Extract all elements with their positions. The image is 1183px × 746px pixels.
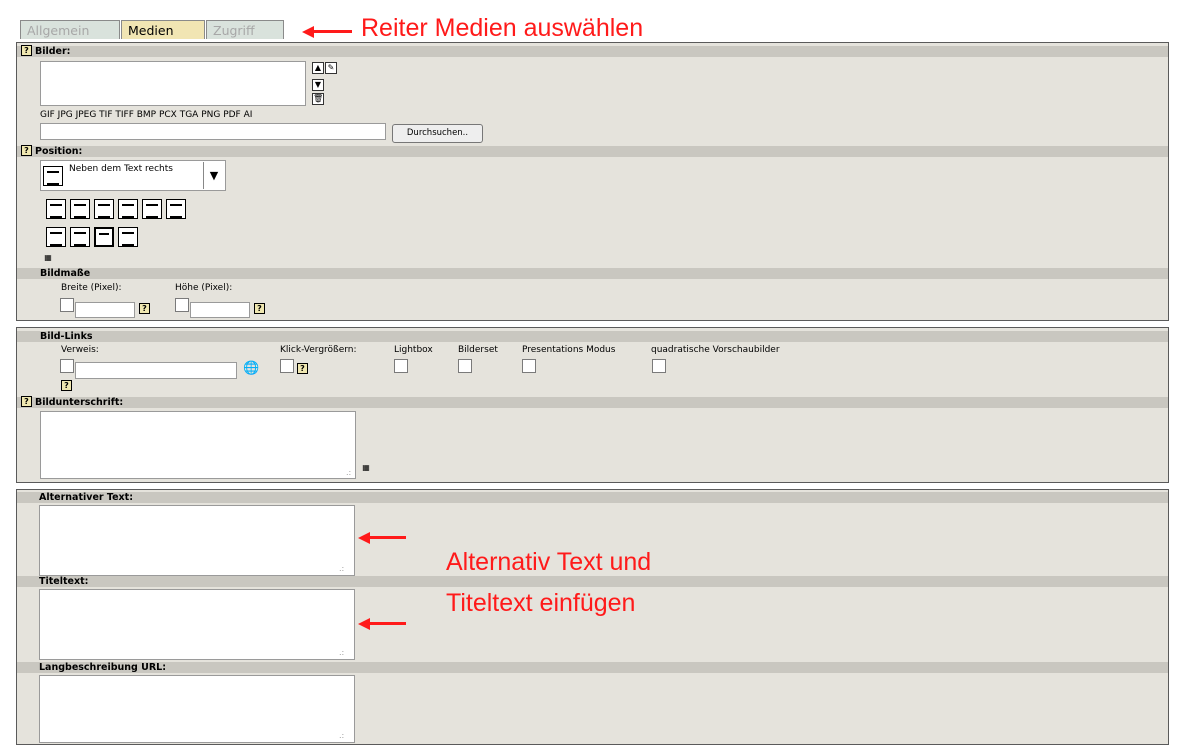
trash-icon[interactable]: 🗑 <box>312 93 324 105</box>
position-below-left-icon[interactable] <box>166 199 186 219</box>
lightbox-checkbox[interactable] <box>394 359 408 373</box>
caption-header <box>17 397 1168 408</box>
position-intext-left-icon[interactable] <box>70 227 90 247</box>
dimensions-label: Bildmaße <box>40 268 91 279</box>
links-label: Bild-Links <box>40 331 93 342</box>
move-up-icon[interactable]: ▲ <box>312 62 324 74</box>
help-icon[interactable]: ? <box>21 45 32 56</box>
annotation-tab-hint: Reiter Medien auswählen <box>361 14 644 42</box>
width-input[interactable] <box>75 302 135 318</box>
resize-grip-icon[interactable]: .: <box>339 731 344 740</box>
edit-image-icon[interactable]: ✎ <box>325 62 337 74</box>
width-label: Breite (Pixel): <box>61 283 122 293</box>
annotation-alt-hint-line1: Alternativ Text und <box>446 548 652 576</box>
position-label: Position: <box>35 146 83 157</box>
images-list[interactable] <box>40 61 306 106</box>
media-panel: ? Bilder: ▲ ✎ ▼ 🗑 GIF JPG JPEG TIF TIFF … <box>16 42 1169 321</box>
presentation-checkbox[interactable] <box>522 359 536 373</box>
image-formats: GIF JPG JPEG TIF TIFF BMP PCX TGA PNG PD… <box>40 110 253 120</box>
position-header <box>17 146 1168 157</box>
tab-allgemein[interactable]: Allgemein <box>20 20 120 39</box>
square-thumbs-label: quadratische Vorschaubilder <box>651 345 780 355</box>
position-above-left-icon[interactable] <box>94 199 114 219</box>
reference-label: Verweis: <box>61 345 99 355</box>
height-checkbox[interactable] <box>175 298 189 312</box>
images-label: Bilder: <box>35 46 71 57</box>
title-text-header <box>17 576 1168 587</box>
alt-text-textarea[interactable] <box>39 505 355 576</box>
position-below-center-icon[interactable] <box>118 199 138 219</box>
position-select[interactable]: Neben dem Text rechts ▼ <box>40 160 226 191</box>
position-beside-right-icon[interactable] <box>94 227 114 247</box>
position-intext-right-icon[interactable] <box>46 227 66 247</box>
alt-text-label: Alternativer Text: <box>39 492 134 503</box>
tab-zugriff[interactable]: Zugriff <box>206 20 284 39</box>
resize-grip-icon[interactable]: .: <box>346 468 351 477</box>
title-text-textarea[interactable] <box>39 589 355 660</box>
link-browser-icon[interactable]: 🌐 <box>243 362 259 376</box>
position-above-right-icon[interactable] <box>70 199 90 219</box>
imageset-label: Bilderset <box>458 345 498 355</box>
help-icon[interactable]: ? <box>61 380 72 391</box>
help-icon[interactable]: ? <box>297 363 308 374</box>
position-preview-icon <box>43 166 63 186</box>
caption-textarea[interactable] <box>40 411 356 479</box>
move-down-icon[interactable]: ▼ <box>312 79 324 91</box>
alt-text-header <box>17 492 1168 503</box>
chevron-down-icon[interactable]: ▼ <box>203 162 224 189</box>
annotation-alt-hint-line2: Titeltext einfügen <box>446 589 636 617</box>
long-desc-textarea[interactable] <box>39 675 355 743</box>
table-icon[interactable]: ▦ <box>42 253 54 265</box>
presentation-label: Presentations Modus <box>522 345 616 355</box>
help-icon[interactable]: ? <box>254 303 265 314</box>
help-icon[interactable]: ? <box>21 145 32 156</box>
click-enlarge-checkbox[interactable] <box>280 359 294 373</box>
dimensions-header <box>17 268 1168 279</box>
position-beside-left-icon[interactable] <box>118 227 138 247</box>
position-below-right-icon[interactable] <box>142 199 162 219</box>
links-panel: Bild-Links Verweis: 🌐 ? Klick-Vergrößern… <box>16 327 1169 483</box>
position-above-center-icon[interactable] <box>46 199 66 219</box>
annotation-arrow-shaft <box>368 536 406 539</box>
imageset-checkbox[interactable] <box>458 359 472 373</box>
lightbox-label: Lightbox <box>394 345 433 355</box>
click-enlarge-label: Klick-Vergrößern: <box>280 345 357 355</box>
links-header <box>17 331 1168 342</box>
browse-button[interactable]: Durchsuchen.. <box>392 124 483 143</box>
width-checkbox[interactable] <box>60 298 74 312</box>
caption-label: Bildunterschrift: <box>35 397 124 408</box>
long-desc-header <box>17 662 1168 673</box>
annotation-arrow-shaft <box>312 30 352 33</box>
position-selected: Neben dem Text rechts <box>69 164 173 174</box>
resize-grip-icon[interactable]: .: <box>339 648 344 657</box>
long-desc-label: Langbeschreibung URL: <box>39 662 167 673</box>
annotation-arrow-shaft <box>368 622 406 625</box>
title-text-label: Titeltext: <box>39 576 89 587</box>
help-icon[interactable]: ? <box>21 396 32 407</box>
file-input[interactable] <box>40 123 386 140</box>
reference-checkbox[interactable] <box>60 359 74 373</box>
resize-grip-icon[interactable]: .: <box>339 564 344 573</box>
images-header <box>17 46 1168 57</box>
height-label: Höhe (Pixel): <box>175 283 233 293</box>
help-icon[interactable]: ? <box>139 303 150 314</box>
square-thumbs-checkbox[interactable] <box>652 359 666 373</box>
tab-medien[interactable]: Medien <box>121 20 205 39</box>
reference-input[interactable] <box>75 362 237 379</box>
table-icon[interactable]: ▦ <box>360 463 372 475</box>
height-input[interactable] <box>190 302 250 318</box>
